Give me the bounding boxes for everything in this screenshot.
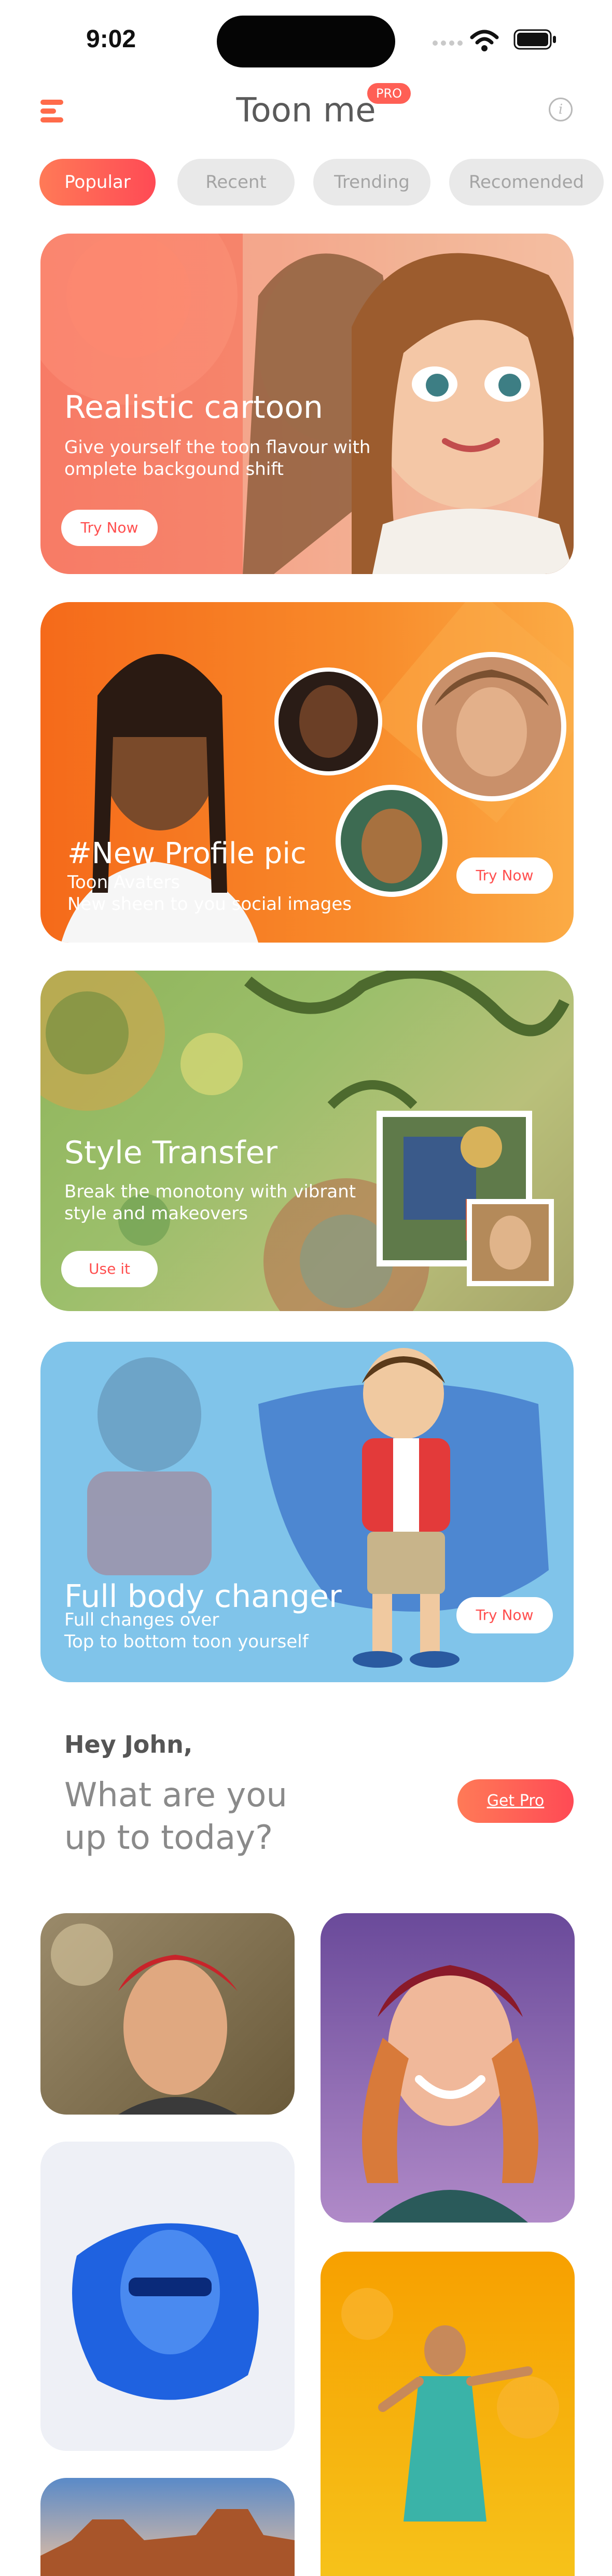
use-it-button[interactable]: Use it bbox=[61, 1251, 158, 1287]
status-time: 9:02 bbox=[86, 25, 136, 53]
card-title: #New Profile pic bbox=[67, 837, 307, 870]
card-realistic-cartoon[interactable]: Realistic cartoon Give yourself the toon… bbox=[40, 234, 574, 574]
gallery-image bbox=[341, 2288, 559, 2522]
card-subtitle-line1: Break the monotony with vibrant bbox=[64, 1181, 356, 1202]
gallery-image bbox=[362, 1965, 538, 2223]
card-new-profile-pic[interactable]: #New Profile pic Toon Avaters New sheen … bbox=[40, 602, 574, 943]
battery-icon bbox=[513, 29, 556, 50]
card-subtitle-line2: omplete backgound shift bbox=[64, 459, 284, 480]
card-title: Style Transfer bbox=[64, 1135, 278, 1171]
app-title: Toon me bbox=[236, 91, 376, 130]
tab-recent[interactable]: Recent bbox=[177, 159, 295, 206]
tab-recomended[interactable]: Recomended bbox=[449, 159, 604, 206]
gallery-image bbox=[40, 2509, 295, 2576]
card-subtitle-line2: New sheen to you social images bbox=[67, 894, 352, 915]
try-now-button[interactable]: Try Now bbox=[61, 510, 158, 546]
card-subtitle-line2: Top to bottom toon yourself bbox=[64, 1631, 309, 1652]
card-title: Realistic cartoon bbox=[64, 389, 323, 426]
card-subtitle-line1: Full changes over bbox=[64, 1610, 219, 1630]
dynamic-island bbox=[217, 16, 395, 67]
gallery-item[interactable] bbox=[40, 1913, 295, 2115]
try-now-button[interactable]: Try Now bbox=[456, 857, 553, 894]
gallery-item[interactable] bbox=[40, 2142, 295, 2451]
card-subtitle-line1: Toon Avaters bbox=[67, 872, 180, 893]
tab-popular[interactable]: Popular bbox=[39, 159, 156, 206]
card-subtitle-line1: Give yourself the toon flavour with bbox=[64, 437, 371, 458]
pro-badge: PRO bbox=[367, 83, 411, 104]
greeting-hello: Hey John, bbox=[64, 1730, 193, 1759]
gallery-item[interactable] bbox=[321, 1913, 575, 2223]
get-pro-button[interactable]: Get Pro bbox=[457, 1779, 574, 1823]
card-subtitle-line2: style and makeovers bbox=[64, 1203, 248, 1224]
signal-icon bbox=[433, 40, 463, 46]
gallery-item[interactable] bbox=[321, 2252, 575, 2576]
gallery-image bbox=[72, 2223, 259, 2400]
info-icon[interactable]: i bbox=[549, 98, 573, 121]
greeting-question-line1: What are you bbox=[64, 1776, 287, 1815]
gallery-item[interactable] bbox=[40, 2478, 295, 2576]
gallery-image bbox=[51, 1924, 238, 2115]
greeting-question-line2: up to today? bbox=[64, 1819, 273, 1857]
card-full-body-changer[interactable]: Full body changer Full changes over Top … bbox=[40, 1342, 574, 1682]
wifi-icon bbox=[470, 30, 499, 51]
try-now-button[interactable]: Try Now bbox=[456, 1597, 553, 1633]
card-style-transfer[interactable]: Style Transfer Break the monotony with v… bbox=[40, 971, 574, 1311]
tab-trending[interactable]: Trending bbox=[313, 159, 430, 206]
